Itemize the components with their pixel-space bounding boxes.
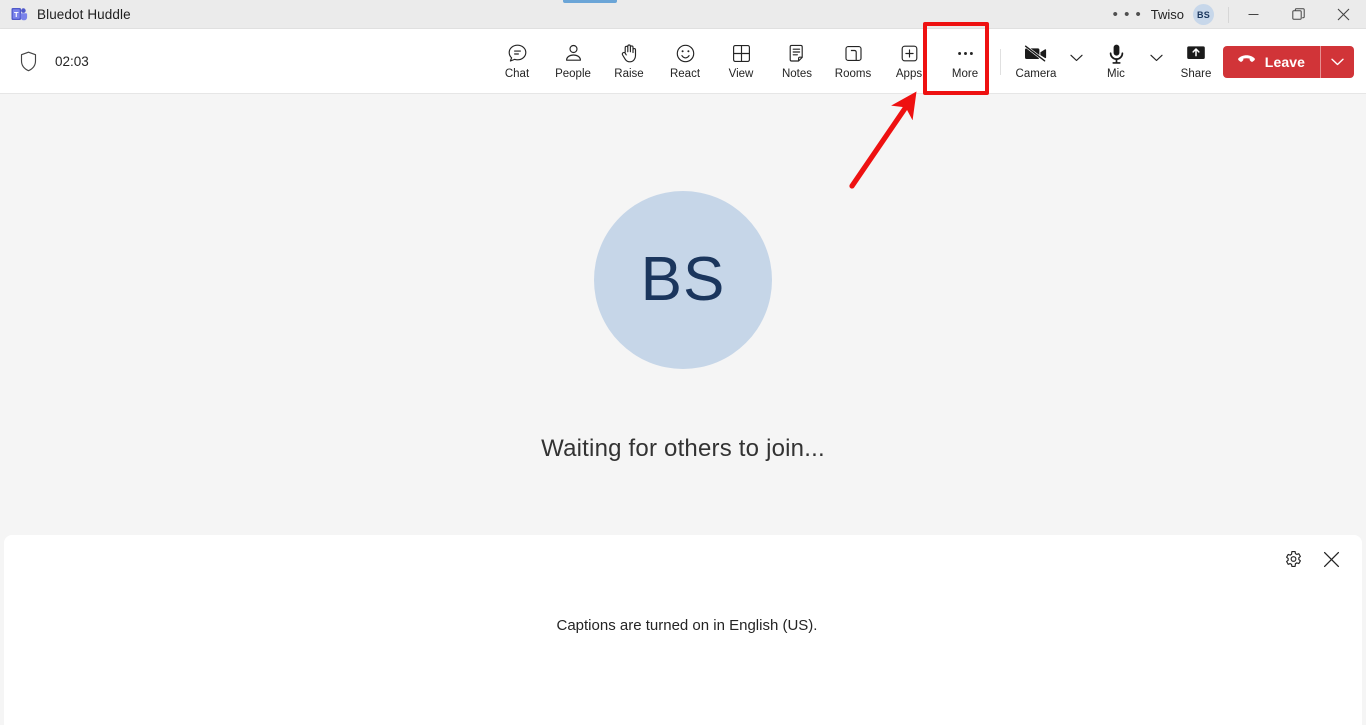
toolbar-item-apps[interactable]: Apps bbox=[881, 36, 937, 88]
captions-message: Captions are turned on in English (US). bbox=[556, 617, 818, 634]
toolbar-label: Share bbox=[1180, 67, 1212, 80]
captions-controls bbox=[1279, 545, 1345, 573]
captions-panel: Captions are turned on in English (US). bbox=[4, 535, 1362, 725]
more-ellipsis-icon bbox=[955, 43, 976, 65]
account-chip[interactable]: Twiso BS bbox=[1151, 4, 1226, 25]
toolbar-label: Mic bbox=[1107, 67, 1125, 80]
rooms-icon bbox=[843, 43, 864, 65]
meeting-toolbar: 02:03 Chat People Raise React View Notes… bbox=[0, 29, 1366, 94]
minimize-button[interactable] bbox=[1231, 0, 1276, 29]
react-smiley-icon bbox=[675, 43, 696, 65]
close-icon[interactable] bbox=[1317, 545, 1345, 573]
shield-icon[interactable] bbox=[19, 51, 38, 72]
camera-options-chevron-down-icon[interactable] bbox=[1064, 39, 1088, 85]
share-screen-icon bbox=[1185, 43, 1207, 65]
leave-button-main[interactable]: Leave bbox=[1223, 46, 1320, 78]
toolbar-left: 02:03 bbox=[0, 29, 89, 94]
toolbar-item-notes[interactable]: Notes bbox=[769, 36, 825, 88]
waiting-status-text: Waiting for others to join... bbox=[541, 434, 825, 462]
toolbar-center: Chat People Raise React View Notes Rooms… bbox=[489, 29, 1224, 94]
toolbar-label: People bbox=[555, 67, 591, 80]
titlebar-divider bbox=[1228, 6, 1229, 23]
toolbar-item-chat[interactable]: Chat bbox=[489, 36, 545, 88]
maximize-button[interactable] bbox=[1276, 0, 1321, 29]
notes-icon bbox=[787, 43, 808, 65]
hangup-phone-icon bbox=[1237, 53, 1256, 71]
toolbar-label: View bbox=[728, 67, 754, 80]
toolbar-item-rooms[interactable]: Rooms bbox=[825, 36, 881, 88]
title-bar: T Bluedot Huddle • • • Twiso BS bbox=[0, 0, 1366, 29]
title-bar-left: T Bluedot Huddle bbox=[0, 6, 131, 23]
microphone-icon bbox=[1106, 43, 1127, 65]
close-button[interactable] bbox=[1321, 0, 1366, 29]
apps-plus-icon bbox=[899, 43, 920, 65]
toolbar-item-more[interactable]: More bbox=[937, 36, 993, 88]
raise-hand-icon bbox=[619, 43, 640, 65]
meeting-timer: 02:03 bbox=[55, 54, 89, 69]
people-icon bbox=[563, 43, 584, 65]
toolbar-item-people[interactable]: People bbox=[545, 36, 601, 88]
window-title: Bluedot Huddle bbox=[37, 6, 131, 22]
toolbar-label: Chat bbox=[504, 67, 530, 80]
toolbar-right: Leave bbox=[1209, 29, 1354, 94]
toolbar-label: Notes bbox=[781, 67, 813, 80]
toolbar-item-mic[interactable]: Mic bbox=[1088, 36, 1144, 88]
toolbar-label: React bbox=[669, 67, 701, 80]
toolbar-label: Raise bbox=[614, 67, 644, 80]
teams-meeting-window: T Bluedot Huddle • • • Twiso BS 02:03 Ch… bbox=[0, 0, 1366, 725]
gear-icon[interactable] bbox=[1279, 545, 1307, 573]
chat-icon bbox=[507, 43, 528, 65]
leave-button[interactable]: Leave bbox=[1222, 45, 1354, 78]
svg-text:T: T bbox=[14, 10, 19, 19]
teams-logo-icon: T bbox=[11, 6, 28, 23]
toolbar-label: Apps bbox=[895, 67, 923, 80]
toolbar-item-raise[interactable]: Raise bbox=[601, 36, 657, 88]
meeting-stage: BS Waiting for others to join... bbox=[0, 94, 1366, 535]
mic-options-chevron-down-icon[interactable] bbox=[1144, 39, 1168, 85]
participant-avatar: BS bbox=[594, 190, 772, 369]
account-name: Twiso bbox=[1150, 7, 1184, 22]
ellipsis-icon[interactable]: • • • bbox=[1104, 0, 1151, 29]
window-drag-indicator bbox=[563, 0, 617, 3]
toolbar-label: Rooms bbox=[834, 67, 872, 80]
camera-off-icon bbox=[1024, 43, 1048, 65]
toolbar-item-camera[interactable]: Camera bbox=[1008, 36, 1064, 88]
toolbar-label: Camera bbox=[1015, 67, 1057, 80]
toolbar-label: More bbox=[951, 67, 979, 80]
view-grid-icon bbox=[731, 43, 752, 65]
toolbar-item-react[interactable]: React bbox=[657, 36, 713, 88]
leave-options-chevron-down-icon[interactable] bbox=[1321, 46, 1354, 78]
avatar[interactable]: BS bbox=[1193, 4, 1214, 25]
toolbar-item-view[interactable]: View bbox=[713, 36, 769, 88]
toolbar-divider bbox=[1000, 48, 1001, 75]
leave-label: Leave bbox=[1264, 53, 1305, 70]
title-bar-right: • • • Twiso BS bbox=[1104, 0, 1366, 29]
